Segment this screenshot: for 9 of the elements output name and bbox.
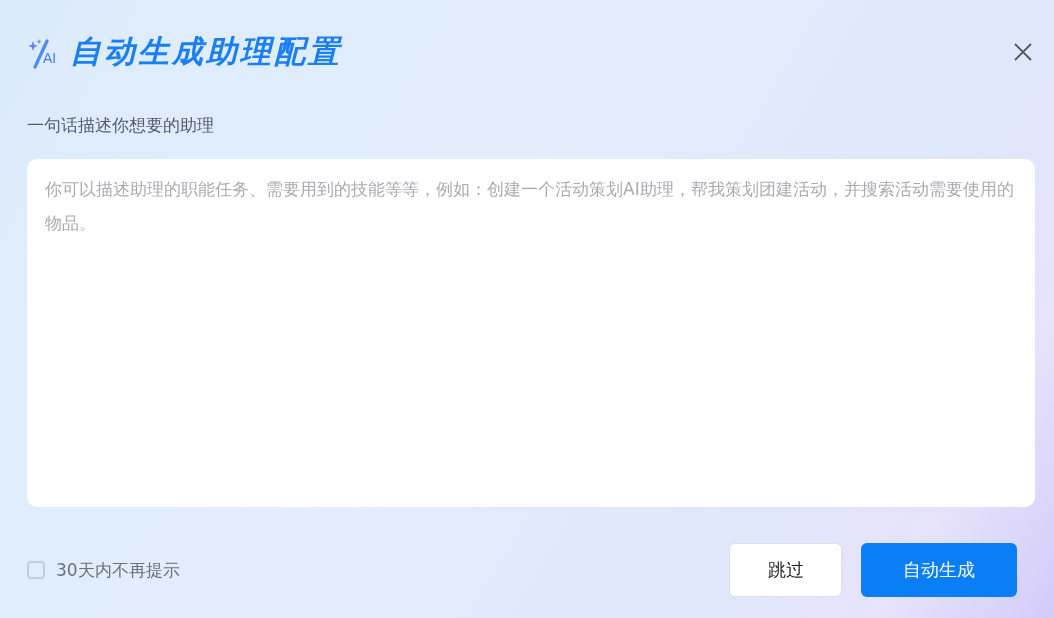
skip-button[interactable]: 跳过: [729, 543, 842, 597]
prompt-label: 一句话描述你想要的助理: [27, 114, 215, 137]
close-button[interactable]: [1013, 42, 1033, 62]
generate-button[interactable]: 自动生成: [861, 543, 1017, 597]
logo-text: AI: [43, 51, 57, 65]
checkbox[interactable]: [27, 561, 45, 579]
dialog-title: 自动生成助理配置: [70, 32, 344, 71]
checkbox-label: 30天内不再提示: [56, 558, 180, 582]
description-field[interactable]: 你可以描述助理的职能任务、需要用到的技能等等，例如：创建一个活动策划AI助理，帮我策划团建活动，并搜索活动需要使用的物品。: [27, 159, 1035, 507]
